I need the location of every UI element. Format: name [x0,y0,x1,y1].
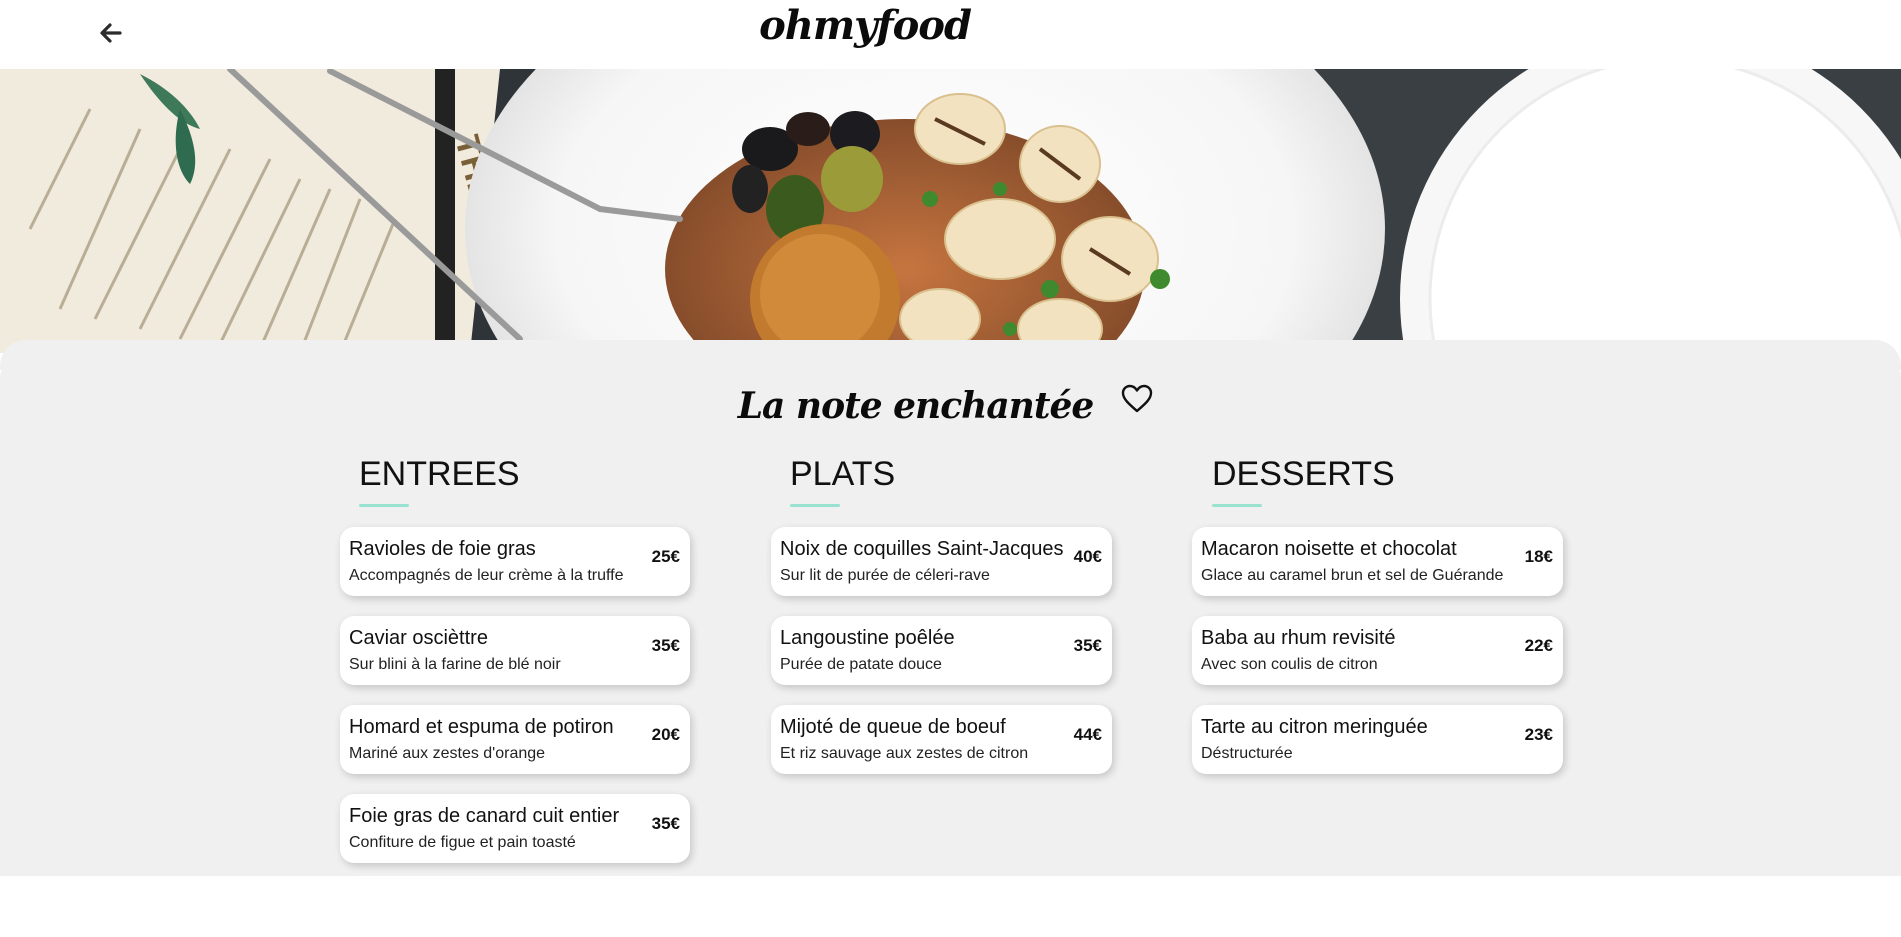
heart-outline-icon [1121,384,1153,413]
dish-card[interactable]: Homard et espuma de potiron Mariné aux z… [340,705,690,774]
plats-list: Noix de coquilles Saint-Jacques Sur lit … [771,527,1112,794]
dish-card[interactable]: Caviar oscièttre Sur blini à la farine d… [340,616,690,685]
dish-description: Confiture de figue et pain toasté [349,834,576,851]
dish-name: Caviar oscièttre [349,627,488,649]
dish-description: Mariné aux zestes d'orange [349,745,546,762]
entrees-list: Ravioles de foie gras Accompagnés de leu… [340,527,690,883]
dish-name: Tarte au citron meringuée [1201,716,1428,738]
plats-title: PLATS [790,455,896,493]
restaurant-header: La note enchantée [0,375,1901,435]
dish-name: Langoustine poêlée [780,627,955,649]
dish-price: 35€ [1073,636,1102,655]
menu-panel-top [0,340,1901,370]
page-bottom [0,876,1901,937]
desserts-list: Macaron noisette et chocolat Glace au ca… [1192,527,1563,794]
desserts-underline [1212,504,1262,507]
dish-price: 40€ [1073,547,1102,566]
dish-description: Sur lit de purée de céleri-rave [780,567,990,584]
dish-name: Homard et espuma de potiron [349,716,614,738]
dish-card[interactable]: Langoustine poêlée Purée de patate douce… [771,616,1112,685]
dish-card[interactable]: Baba au rhum revisité Avec son coulis de… [1192,616,1563,685]
dish-description: Avec son coulis de citron [1201,656,1378,673]
dish-card[interactable]: Noix de coquilles Saint-Jacques Sur lit … [771,527,1112,596]
hero-image: THE BITE [0,69,1901,353]
dish-price: 20€ [651,725,680,744]
dish-card[interactable]: Ravioles de foie gras Accompagnés de leu… [340,527,690,596]
dish-card[interactable]: Tarte au citron meringuée Déstructurée 2… [1192,705,1563,774]
dish-description: Sur blini à la farine de blé noir [349,656,561,673]
dish-price: 23€ [1524,725,1553,744]
dish-price: 35€ [651,636,680,655]
dish-description: Accompagnés de leur crème à la truffe [349,567,624,584]
dish-price: 35€ [651,814,680,833]
dish-name: Noix de coquilles Saint-Jacques [780,538,1064,560]
dish-price: 22€ [1524,636,1553,655]
dish-name: Foie gras de canard cuit entier [349,805,620,827]
dish-card[interactable]: Foie gras de canard cuit entier Confitur… [340,794,690,863]
dish-description: Et riz sauvage aux zestes de citron [780,745,1029,762]
restaurant-name: La note enchantée [737,385,1095,427]
dish-name: Baba au rhum revisité [1201,627,1396,649]
dish-price: 25€ [651,547,680,566]
favorite-button[interactable] [1120,383,1154,415]
desserts-title: DESSERTS [1212,455,1395,493]
header: ohmyfood [0,0,1901,69]
logo[interactable]: ohmyfood [0,2,1730,49]
dish-card[interactable]: Macaron noisette et chocolat Glace au ca… [1192,527,1563,596]
dish-price: 44€ [1073,725,1102,744]
dish-name: Ravioles de foie gras [349,538,536,560]
dish-card[interactable]: Mijoté de queue de boeuf Et riz sauvage … [771,705,1112,774]
dish-description: Purée de patate douce [780,656,942,673]
dish-description: Glace au caramel brun et sel de Guérande [1201,567,1504,584]
dish-name: Mijoté de queue de boeuf [780,716,1006,738]
dish-price: 18€ [1524,547,1553,566]
dish-name: Macaron noisette et chocolat [1201,538,1457,560]
entrees-title: ENTREES [359,455,520,493]
dish-description: Déstructurée [1201,745,1293,762]
plats-underline [790,504,840,507]
entrees-underline [359,504,409,507]
